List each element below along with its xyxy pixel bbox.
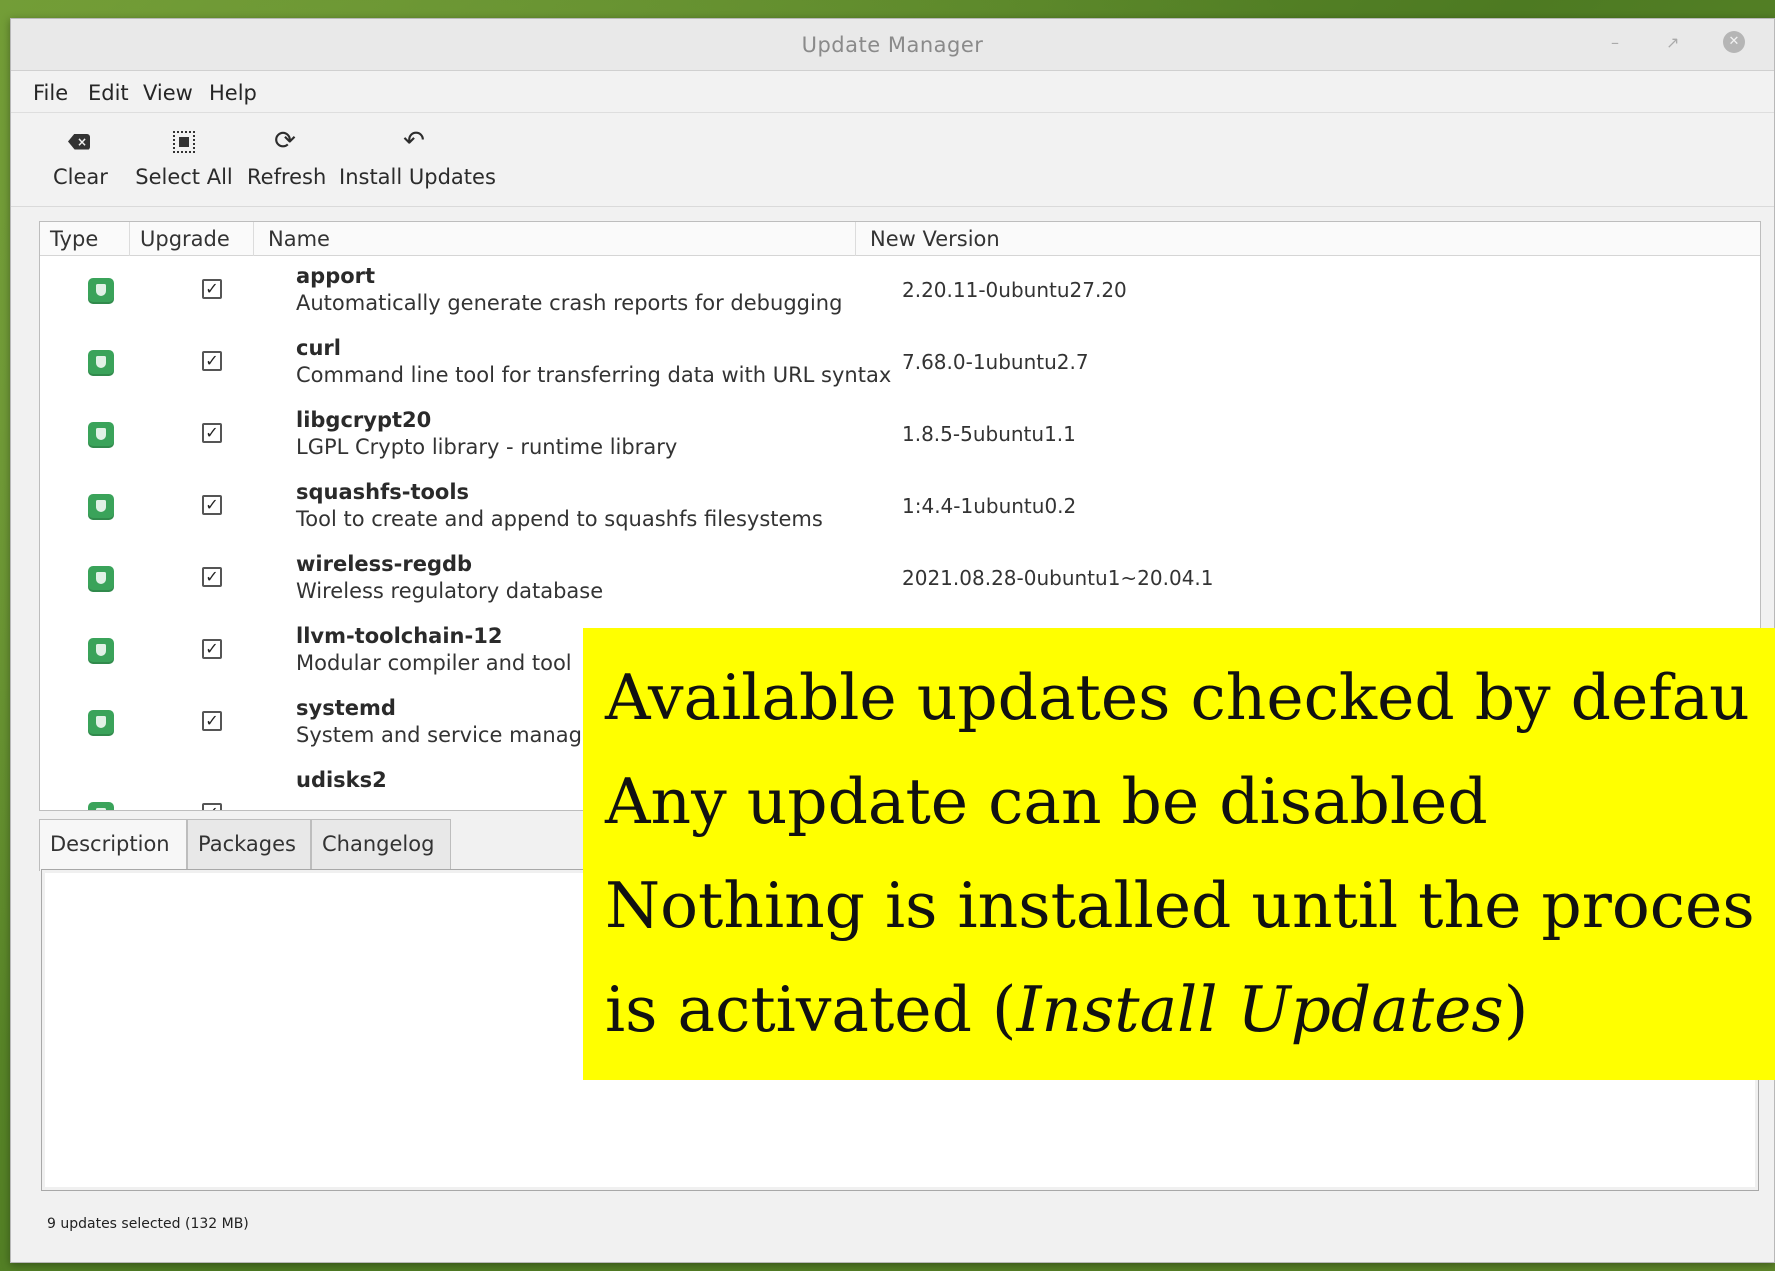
upgrade-checkbox[interactable]: ✓: [202, 803, 222, 810]
security-update-icon: [88, 566, 114, 592]
upgrade-checkbox[interactable]: ✓: [202, 639, 222, 659]
package-version: 2021.08.28-0ubuntu1~20.04.1: [902, 566, 1214, 590]
package-version: 1.8.5-5ubuntu1.1: [902, 422, 1076, 446]
refresh-label: Refresh: [247, 165, 327, 189]
table-row[interactable]: ✓ apport Automatically generate crash re…: [40, 256, 1760, 328]
upgrade-checkbox[interactable]: ✓: [202, 567, 222, 587]
package-description: Command line tool for transferring data …: [296, 363, 892, 387]
package-name: llvm-toolchain-12: [296, 624, 503, 648]
install-updates-label: Install Updates: [339, 165, 496, 189]
security-update-icon: [88, 350, 114, 376]
upgrade-checkbox[interactable]: ✓: [202, 495, 222, 515]
table-row[interactable]: ✓ curl Command line tool for transferrin…: [40, 328, 1760, 400]
clear-button[interactable]: × Clear: [53, 123, 108, 189]
undo-arrow-icon: ↶: [403, 126, 425, 156]
package-name: curl: [296, 336, 341, 360]
menu-file[interactable]: File: [33, 81, 68, 105]
table-row[interactable]: ✓ squashfs-tools Tool to create and appe…: [40, 472, 1760, 544]
package-description: Automatically generate crash reports for…: [296, 291, 843, 315]
refresh-icon: ⟳: [274, 126, 296, 156]
menu-view[interactable]: View: [143, 81, 193, 105]
minimize-icon[interactable]: –: [1611, 33, 1619, 52]
security-update-icon: [88, 638, 114, 664]
select-all-label: Select All: [135, 165, 233, 189]
upgrade-checkbox[interactable]: ✓: [202, 423, 222, 443]
callout-line-3: Nothing is installed until the proces: [605, 869, 1755, 942]
package-name: squashfs-tools: [296, 480, 470, 504]
package-name: apport: [296, 264, 376, 288]
clear-icon: ×: [53, 123, 105, 159]
table-row[interactable]: ✓ libgcrypt20 LGPL Crypto library - runt…: [40, 400, 1760, 472]
package-description: Tool to create and append to squashfs fi…: [296, 507, 823, 531]
refresh-button[interactable]: ⟳ Refresh: [247, 123, 327, 189]
upgrade-checkbox[interactable]: ✓: [202, 279, 222, 299]
column-upgrade[interactable]: Upgrade: [130, 222, 254, 256]
title-bar: Update Manager – ↗ ✕: [11, 19, 1774, 71]
column-name[interactable]: Name: [254, 222, 856, 256]
status-text: 9 updates selected (132 MB): [47, 1216, 249, 1232]
package-description: Wireless regulatory database: [296, 579, 604, 603]
package-version: 2.20.11-0ubuntu27.20: [902, 278, 1127, 302]
security-update-icon: [88, 278, 114, 304]
package-version: 7.68.0-1ubuntu2.7: [902, 350, 1089, 374]
menu-bar: File Edit View Help: [11, 71, 1774, 113]
package-version: 1:4.4-1ubuntu0.2: [902, 494, 1077, 518]
list-header: Type Upgrade Name New Version: [40, 222, 1760, 256]
callout-line-4-italic: Install Updates: [1016, 973, 1504, 1046]
package-description: Modular compiler and tool: [296, 651, 572, 675]
callout-line-2: Any update can be disabled: [605, 765, 1488, 838]
maximize-icon[interactable]: ↗: [1666, 33, 1679, 52]
column-new-version[interactable]: New Version: [856, 222, 1760, 256]
callout-line-4-suffix: ): [1503, 973, 1529, 1046]
window-title: Update Manager: [801, 33, 984, 57]
package-name: libgcrypt20: [296, 408, 432, 432]
callout-line-4: is activated (Install Updates): [605, 958, 1775, 1062]
security-update-icon: [88, 494, 114, 520]
package-name: wireless-regdb: [296, 552, 473, 576]
upgrade-checkbox[interactable]: ✓: [202, 711, 222, 731]
close-icon[interactable]: ✕: [1723, 31, 1745, 53]
menu-edit[interactable]: Edit: [88, 81, 129, 105]
callout-line-1: Available updates checked by defau: [605, 661, 1750, 734]
install-updates-button[interactable]: ↶ Install Updates: [339, 123, 496, 189]
select-all-button[interactable]: Select All: [135, 123, 233, 189]
package-description: LGPL Crypto library - runtime library: [296, 435, 678, 459]
tab-description[interactable]: Description: [39, 819, 187, 871]
menu-help[interactable]: Help: [209, 81, 257, 105]
clear-label: Clear: [53, 165, 108, 189]
upgrade-checkbox[interactable]: ✓: [202, 351, 222, 371]
security-update-icon: [88, 422, 114, 448]
select-all-icon: [135, 123, 233, 159]
security-update-icon: [88, 710, 114, 736]
package-name: systemd: [296, 696, 396, 720]
package-name: udisks2: [296, 768, 387, 792]
tab-changelog[interactable]: Changelog: [311, 819, 451, 869]
annotation-callout: Available updates checked by defau Any u…: [583, 628, 1775, 1080]
column-type[interactable]: Type: [40, 222, 130, 256]
table-row[interactable]: ✓ wireless-regdb Wireless regulatory dat…: [40, 544, 1760, 616]
toolbar: × Clear Select All ⟳ Refresh ↶ Install U…: [11, 113, 1774, 207]
security-update-icon: [88, 802, 114, 810]
package-description: System and service manag: [296, 723, 582, 747]
callout-line-4-prefix: is activated (: [605, 973, 1017, 1046]
tab-packages[interactable]: Packages: [187, 819, 311, 869]
